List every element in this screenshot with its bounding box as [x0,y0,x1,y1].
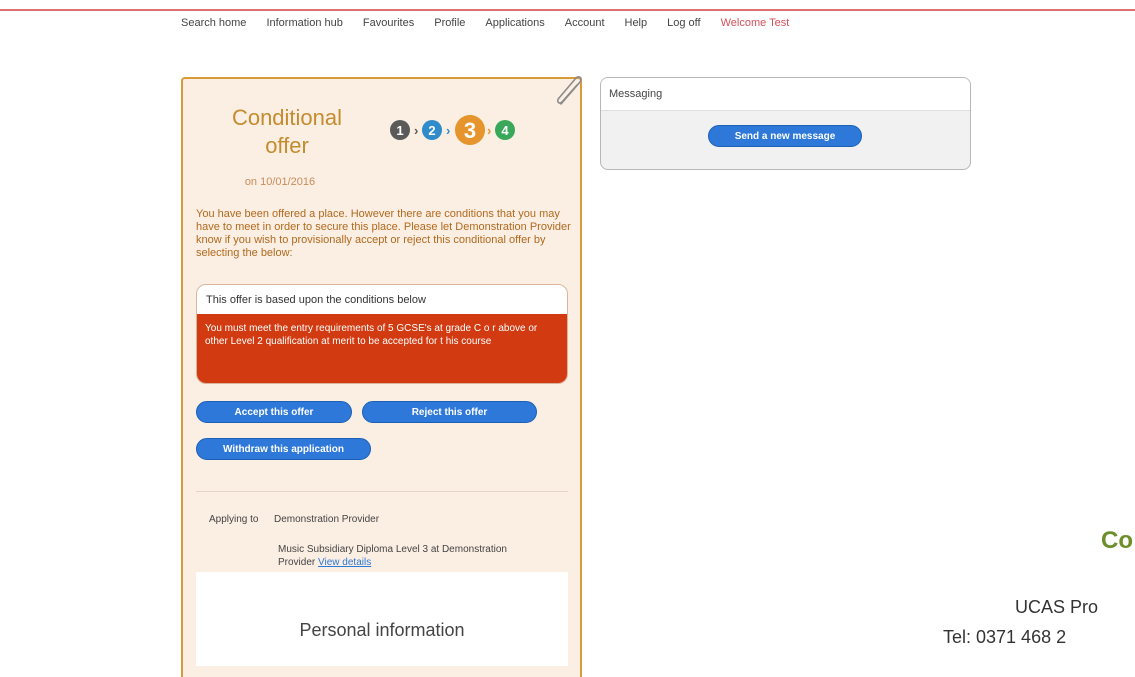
step-1: 1 [390,120,410,140]
offer-description: You have been offered a place. However t… [196,208,571,259]
accept-offer-button[interactable]: Accept this offer [196,401,352,423]
offer-title-line1: Conditional [231,105,343,130]
course-name: Music Subsidiary Diploma Level 3 at Demo… [278,544,507,568]
arrow-icon: › [414,123,418,138]
section-divider [196,491,568,492]
step-2-label: 2 [428,123,435,138]
offer-date: on 10/01/2016 [244,176,316,188]
step-4: 4 [495,120,515,140]
nav-favourites[interactable]: Favourites [363,17,414,35]
nav-search-home[interactable]: Search home [181,17,246,35]
nav-applications[interactable]: Applications [485,17,544,35]
reject-offer-button[interactable]: Reject this offer [362,401,537,423]
welcome-text: Welcome Test [720,17,790,29]
conditions-box: This offer is based upon the conditions … [196,284,568,384]
messaging-title: Messaging [601,78,970,111]
offer-title-line2: offer [265,133,309,158]
withdraw-application-button[interactable]: Withdraw this application [196,438,371,460]
step-3-current: 3 [455,115,485,145]
nav-information-hub[interactable]: Information hub [266,17,342,35]
personal-information-panel [196,572,568,666]
top-nav: Search home Information hub Favourites P… [181,17,789,35]
view-details-link[interactable]: View details [318,557,371,568]
nav-account[interactable]: Account [565,17,605,35]
personal-information-title: Personal information [299,620,465,640]
step-4-label: 4 [501,123,509,138]
arrow-icon: › [446,123,450,138]
paperclip-icon [556,76,582,105]
contact-heading: Co [1101,527,1133,554]
nav-log-off[interactable]: Log off [667,17,700,35]
condition-text: You must meet the entry requirements of … [197,314,567,383]
nav-profile[interactable]: Profile [434,17,465,35]
top-rule [0,9,1135,11]
step-1-label: 1 [396,123,403,138]
conditions-heading: This offer is based upon the conditions … [197,285,567,315]
arrow-icon: › [487,123,491,138]
send-new-message-button[interactable]: Send a new message [708,125,862,147]
applying-to-label: Applying to [209,514,259,525]
step-3-label: 3 [464,118,476,143]
course-details: Music Subsidiary Diploma Level 3 at Demo… [278,543,508,569]
nav-help[interactable]: Help [625,17,648,35]
step-2: 2 [422,120,442,140]
messaging-card: Messaging [600,77,971,170]
contact-phone-line: Tel: 0371 468 2 [943,627,1067,647]
contact-provider-line: UCAS Pro [1015,597,1099,617]
progress-steps: 1 › 2 › 3 › 4 [390,115,515,145]
applying-to-value: Demonstration Provider [274,514,380,525]
offer-title: Conditional offer [202,104,372,160]
